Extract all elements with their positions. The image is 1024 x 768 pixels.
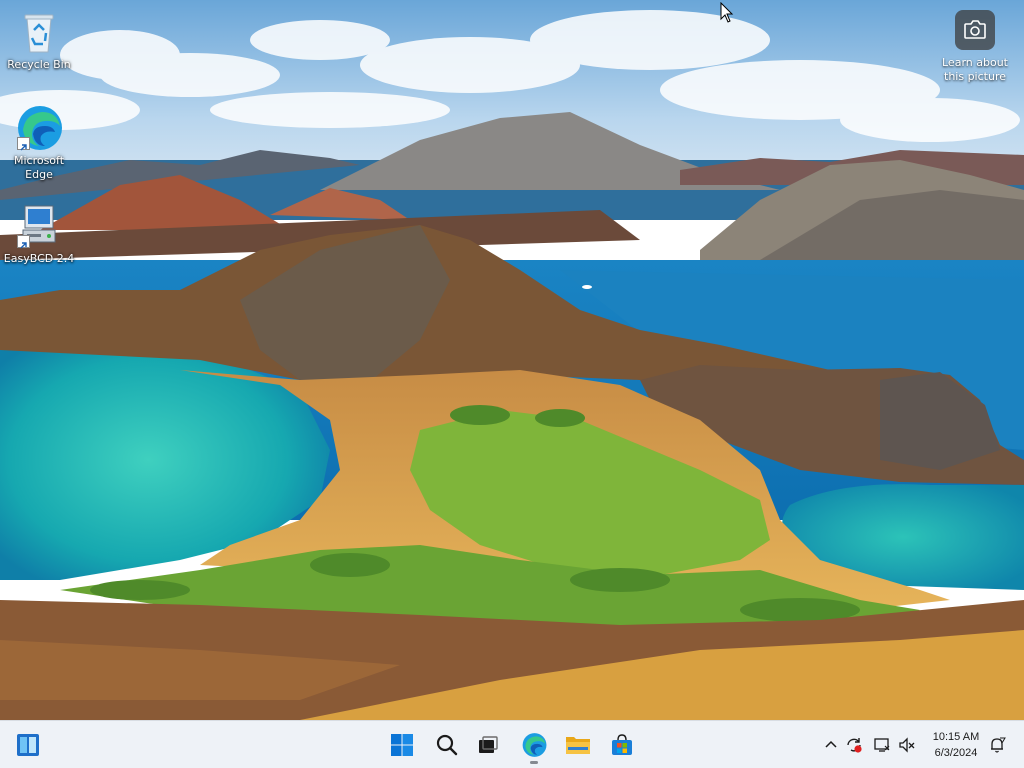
shortcut-arrow-icon	[17, 235, 30, 249]
taskbar-edge-button[interactable]	[518, 729, 550, 764]
folder-icon	[566, 737, 590, 754]
easybcd-icon	[15, 202, 63, 250]
camera-icon	[955, 10, 995, 50]
clock-time: 10:15 AM	[932, 731, 980, 743]
widgets-button[interactable]	[12, 729, 44, 761]
store-icon	[612, 734, 632, 755]
desktop-icon-microsoft-edge[interactable]: Microsoft Edge	[1, 104, 77, 182]
network-button[interactable]	[873, 736, 891, 754]
desktop-wallpaper	[0, 0, 1024, 720]
desktop-icon-label: EasyBCD 2.4	[3, 252, 75, 265]
search-icon	[436, 734, 458, 756]
notifications-button[interactable]	[988, 736, 1006, 754]
task-view-icon	[479, 736, 498, 753]
active-app-indicator	[530, 761, 538, 764]
sync-status-button[interactable]	[845, 736, 863, 754]
volume-button[interactable]	[898, 736, 916, 754]
mouse-cursor-icon	[720, 1, 734, 28]
recycle-bin-icon	[15, 8, 63, 56]
shortcut-arrow-icon	[17, 137, 30, 151]
speaker-muted-icon	[899, 737, 915, 753]
task-view-button[interactable]	[472, 729, 504, 761]
desktop-icon-label: Recycle Bin	[7, 58, 71, 71]
windows-logo-icon	[391, 734, 413, 756]
learn-about-picture-button[interactable]: Learn about this picture	[936, 10, 1014, 84]
widgets-icon	[17, 734, 39, 756]
chevron-up-icon	[825, 740, 837, 748]
notification-bell-icon	[991, 737, 1006, 753]
clock-date: 6/3/2024	[934, 747, 978, 759]
microsoft-store-button[interactable]	[606, 729, 638, 761]
sync-alert-icon	[847, 738, 862, 753]
display-icon	[874, 738, 890, 752]
file-explorer-button[interactable]	[562, 729, 594, 761]
edge-icon	[15, 104, 63, 152]
clock-button[interactable]: 10:15 AM 6/3/2024	[920, 729, 992, 761]
desktop-icon-label: Microsoft Edge	[13, 154, 65, 181]
desktop-icon-recycle-bin[interactable]: Recycle Bin	[1, 8, 77, 72]
edge-icon	[522, 733, 547, 757]
search-button[interactable]	[431, 729, 463, 761]
desktop-icon-easybcd[interactable]: EasyBCD 2.4	[1, 202, 77, 266]
show-hidden-icons-button[interactable]	[822, 736, 840, 754]
learn-about-picture-label: Learn about this picture	[942, 56, 1008, 83]
taskbar: 10:15 AM 6/3/2024	[0, 720, 1024, 768]
start-button[interactable]	[386, 729, 418, 761]
